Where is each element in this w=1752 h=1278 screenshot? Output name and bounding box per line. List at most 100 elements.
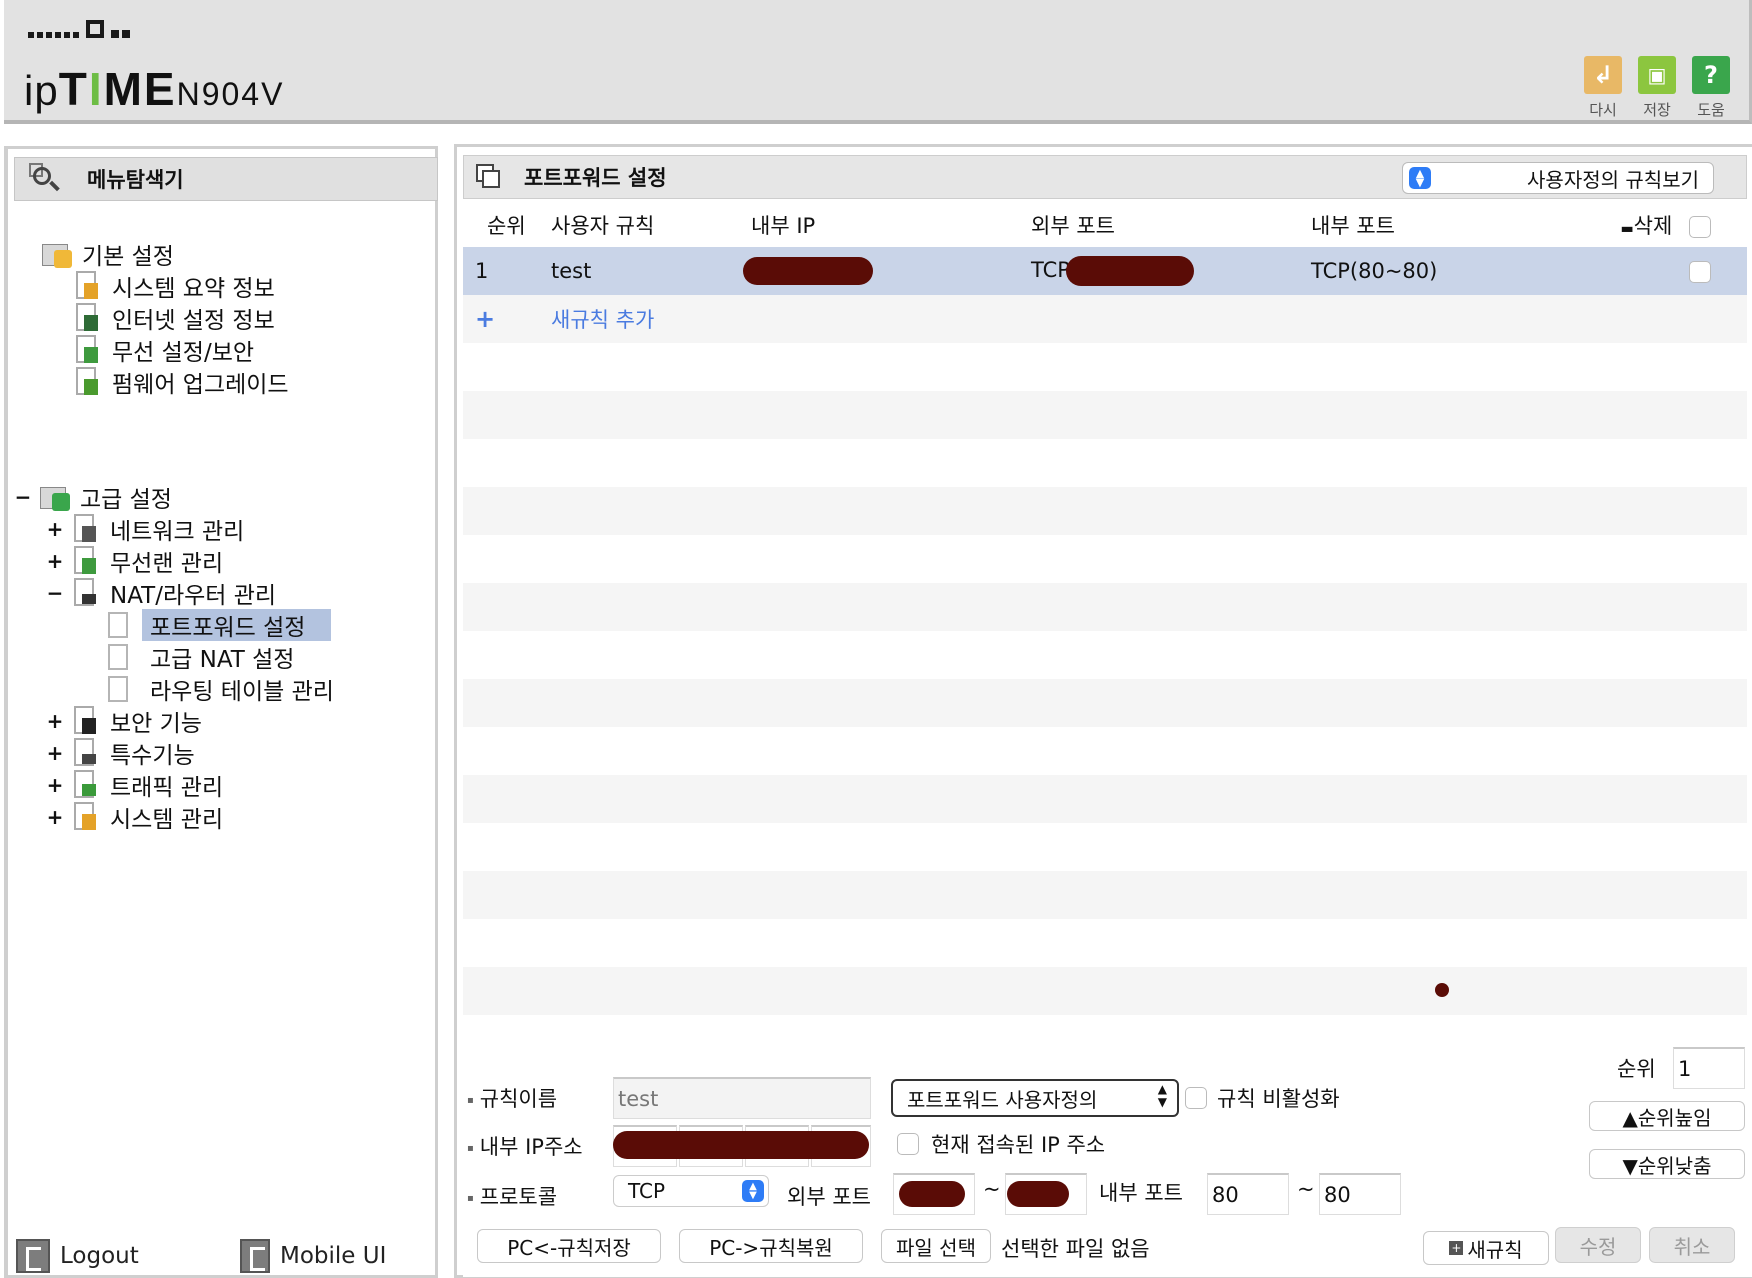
empty-row (463, 487, 1747, 535)
expand-icon[interactable]: + (46, 517, 64, 541)
protocol-label: 프로토콜 (467, 1181, 557, 1211)
traffic-chart-icon (72, 770, 98, 800)
page-icon (108, 644, 128, 670)
file-select-button[interactable]: 파일 선택 (881, 1229, 991, 1263)
selected-highlight: 포트포워드 설정 (142, 609, 332, 641)
rank-input[interactable]: 1 (1673, 1047, 1745, 1089)
bar-chart-icon (72, 802, 98, 832)
disable-rule-checkbox[interactable] (1185, 1087, 1207, 1109)
mobile-ui-button[interactable]: Mobile UI (240, 1239, 386, 1273)
tree-item-special[interactable]: + 특수기능 (46, 738, 195, 769)
internal-port-from[interactable]: 80 (1207, 1173, 1289, 1215)
lock-icon (72, 706, 98, 736)
cancel-button[interactable]: 취소 (1649, 1227, 1735, 1263)
port-range-tilde: ~ (1297, 1177, 1315, 1201)
brand-logo: ipTIMEN904V (24, 63, 285, 115)
tree-item-firmware-upgrade[interactable]: 펌웨어 업그레이드 (74, 367, 289, 398)
redacted-ip (743, 257, 873, 285)
add-rule-link[interactable]: 새규칙 추가 (551, 308, 654, 332)
table-header-row: 순위 사용자 규칙 내부 IP 외부 포트 내부 포트 ▬삭제 (463, 203, 1747, 247)
tree-item-routing-table[interactable]: 라우팅 테이블 관리 (108, 674, 334, 705)
save-button[interactable]: ▣ 저장 (1637, 56, 1677, 120)
empty-row (463, 967, 1747, 1015)
menu-sidebar: 메뉴탐색기 기본 설정 시스템 요약 정보 인터넷 설정 정보 무선 설정/보안… (4, 146, 438, 1278)
empty-row (463, 535, 1747, 583)
current-ip-checkbox[interactable] (897, 1133, 919, 1155)
save-rules-to-pc-button[interactable]: PC<-규칙저장 (477, 1229, 661, 1263)
tree-item-nat-router[interactable]: − NAT/라우터 관리 (46, 578, 276, 609)
main-panel: 포트포워드 설정 ▲ ▼ 사용자정의 규칙보기 순위 사용자 규칙 내부 IP 외… (454, 144, 1752, 1278)
tree-item-wlan[interactable]: + 무선랜 관리 (46, 546, 223, 577)
rule-view-select[interactable]: ▲ ▼ 사용자정의 규칙보기 (1402, 162, 1714, 194)
tree-item-internet-info[interactable]: 인터넷 설정 정보 (74, 303, 275, 334)
new-rule-button[interactable]: + 새규칙 (1423, 1231, 1549, 1265)
redacted-ip (613, 1131, 869, 1159)
tree-item-system-summary[interactable]: 시스템 요약 정보 (74, 271, 275, 302)
empty-row (463, 679, 1747, 727)
empty-row (463, 919, 1747, 967)
top-header: ipTIMEN904V ↲ 다시 ▣ 저장 ? 도움 (4, 0, 1752, 124)
delete-all-checkbox[interactable] (1689, 216, 1711, 238)
port-range-tilde: ~ (983, 1177, 1001, 1201)
tree-item-security[interactable]: + 보안 기능 (46, 706, 202, 737)
current-ip-label: 현재 접속된 IP 주소 (931, 1133, 1106, 1157)
tree-item-wireless-security[interactable]: 무선 설정/보안 (74, 335, 254, 366)
help-button[interactable]: ? 도움 (1691, 56, 1731, 120)
expand-icon[interactable]: + (46, 805, 64, 829)
logo-pattern (28, 20, 130, 38)
protocol-select[interactable]: TCP ▲ ▼ (613, 1175, 769, 1207)
monitor-icon (74, 303, 100, 333)
expand-icon[interactable]: + (46, 549, 64, 573)
redacted-port (899, 1181, 965, 1207)
logout-button[interactable]: Logout (16, 1239, 139, 1273)
expand-icon[interactable]: + (46, 773, 64, 797)
empty-row (463, 343, 1747, 391)
page-icon (108, 612, 128, 638)
wifi-icon (72, 546, 98, 576)
add-rule-row[interactable]: + 새규칙 추가 (463, 295, 1747, 343)
tree-advanced-settings[interactable]: − 고급 설정 (14, 482, 172, 513)
internal-port-label: 내부 포트 (1099, 1181, 1183, 1205)
rule-name-input[interactable]: test (613, 1077, 871, 1119)
rule-type-select[interactable]: 포트포워드 사용자정의 ▲ ▼ (891, 1079, 1179, 1117)
empty-row (463, 823, 1747, 871)
page-icon (108, 676, 128, 702)
rule-edit-form: 규칙이름 test 포트포워드 사용자정의 ▲▼ 규칙 비활성화 내부 IP주소… (463, 1017, 1752, 1277)
expand-icon[interactable]: + (46, 709, 64, 733)
select-arrows-icon: ▲ ▼ (1157, 1082, 1167, 1109)
tree-basic-settings[interactable]: 기본 설정 (42, 239, 174, 270)
empty-row (463, 391, 1747, 439)
restore-rules-from-pc-button[interactable]: PC->규칙복원 (679, 1229, 863, 1263)
menu-search-icon (29, 163, 61, 195)
collapse-icon[interactable]: − (46, 581, 64, 605)
empty-row (463, 775, 1747, 823)
save-icon: ▣ (1638, 56, 1676, 94)
rules-table: 순위 사용자 규칙 내부 IP 외부 포트 내부 포트 ▬삭제 1 test T… (463, 203, 1747, 1015)
folder-icon (42, 240, 74, 268)
tree-item-traffic[interactable]: + 트래픽 관리 (46, 770, 223, 801)
expand-icon[interactable]: + (46, 741, 64, 765)
rank-label: 순위 (1617, 1057, 1656, 1081)
undo-button[interactable]: ↲ 다시 (1583, 56, 1623, 120)
internal-port-to[interactable]: 80 (1319, 1173, 1401, 1215)
table-row[interactable]: 1 test TCP TCP(80~80) (463, 247, 1747, 295)
tree-item-port-forward[interactable]: 포트포워드 설정 (108, 609, 332, 641)
tree-item-advanced-nat[interactable]: 고급 NAT 설정 (108, 642, 294, 673)
collapse-icon[interactable]: − (14, 485, 32, 509)
tree-item-system[interactable]: + 시스템 관리 (46, 802, 223, 833)
undo-icon: ↲ (1584, 56, 1622, 94)
menu-explorer-title: 메뉴탐색기 (87, 168, 184, 192)
empty-row (463, 727, 1747, 775)
modify-button[interactable]: 수정 (1555, 1227, 1641, 1263)
rank-up-button[interactable]: ▲순위높임 (1589, 1101, 1745, 1131)
no-file-label: 선택한 파일 없음 (1001, 1237, 1150, 1261)
redacted-port (1065, 256, 1194, 286)
delete-checkbox[interactable] (1689, 261, 1711, 283)
panel-header: 포트포워드 설정 ▲ ▼ 사용자정의 규칙보기 (463, 155, 1747, 199)
menu-explorer-header: 메뉴탐색기 (14, 157, 438, 201)
rank-down-button[interactable]: ▼순위낮춤 (1589, 1149, 1745, 1179)
network-icon (72, 514, 98, 544)
logout-icon (16, 1239, 50, 1273)
tree-item-network[interactable]: + 네트워크 관리 (46, 514, 244, 545)
disable-rule-label: 규칙 비활성화 (1217, 1087, 1340, 1111)
